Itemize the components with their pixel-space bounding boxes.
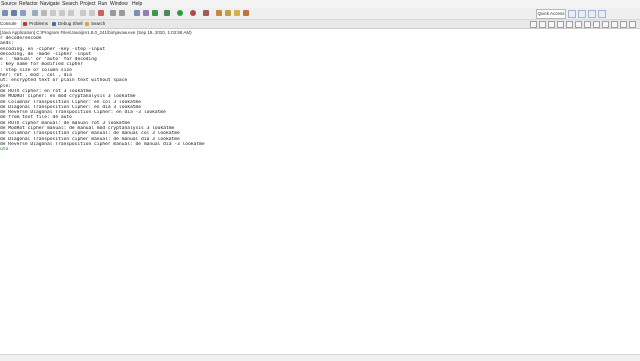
open-type-icon[interactable]	[216, 10, 222, 16]
tab-problems[interactable]: Problems	[23, 20, 50, 28]
console-input-line[interactable]: uto	[0, 147, 640, 152]
menu-project[interactable]: Project	[80, 1, 96, 7]
open-task-icon[interactable]	[225, 10, 231, 16]
quick-access-field[interactable]: Quick Access	[536, 9, 566, 19]
minimize-view-icon[interactable]	[620, 21, 627, 28]
debug-icon[interactable]	[164, 10, 170, 16]
tab-debug-shell-label: Debug Shell	[58, 21, 83, 26]
tab-console-label: Console	[0, 21, 17, 26]
annotation-icon[interactable]	[243, 10, 249, 16]
clear-console-icon[interactable]	[557, 21, 564, 28]
open-perspective-icon[interactable]	[568, 10, 576, 18]
save-icon[interactable]	[11, 10, 17, 16]
remove-all-terminated-icon[interactable]	[548, 21, 555, 28]
tab-search-label: Search	[91, 21, 106, 26]
resume-icon[interactable]	[41, 10, 47, 16]
new-icon[interactable]	[2, 10, 8, 16]
scroll-lock-icon[interactable]	[566, 21, 573, 28]
tab-search[interactable]: Search	[85, 20, 110, 28]
maximize-view-icon[interactable]	[629, 21, 636, 28]
step-return-icon[interactable]	[98, 10, 104, 16]
java-perspective-icon[interactable]	[588, 10, 596, 18]
java-ee-perspective-icon[interactable]	[578, 10, 586, 18]
menu-window[interactable]: Window	[110, 1, 128, 7]
new-java-project-icon[interactable]	[134, 10, 140, 16]
run-icon[interactable]	[177, 10, 183, 16]
menu-run[interactable]: Run	[98, 1, 107, 7]
word-wrap-icon[interactable]	[575, 21, 582, 28]
drop-to-frame-icon[interactable]	[110, 10, 116, 16]
menu-bar: Source Refactor Navigate Search Project …	[0, 0, 640, 8]
step-into-icon[interactable]	[80, 10, 86, 16]
save-all-icon[interactable]	[20, 10, 26, 16]
launch-info: [Java Application] C:\Program Files\Java…	[0, 30, 192, 35]
tab-console[interactable]: Console	[0, 20, 22, 28]
debug-perspective-icon[interactable]	[598, 10, 606, 18]
pin-console-icon[interactable]	[584, 21, 591, 28]
console-output[interactable]: r decode/encode ands: encoding, en -ciph…	[0, 36, 640, 354]
menu-refactor[interactable]: Refactor	[19, 1, 38, 7]
remove-launch-icon[interactable]	[539, 21, 546, 28]
terminate-console-icon[interactable]	[530, 21, 537, 28]
suspend-icon[interactable]	[50, 10, 56, 16]
menu-navigate[interactable]: Navigate	[40, 1, 60, 7]
open-console-icon[interactable]	[602, 21, 609, 28]
menu-search[interactable]: Search	[62, 1, 78, 7]
display-console-icon[interactable]	[593, 21, 600, 28]
tab-debug-shell[interactable]: Debug Shell	[52, 20, 83, 28]
use-step-filters-icon[interactable]	[119, 10, 125, 16]
menu-source[interactable]: Source	[1, 1, 17, 7]
menu-help[interactable]: Help	[132, 1, 142, 7]
view-menu-icon[interactable]	[611, 21, 618, 28]
new-class-icon[interactable]	[152, 10, 158, 16]
skip-breakpoints-icon[interactable]	[32, 10, 38, 16]
disconnect-icon[interactable]	[68, 10, 74, 16]
problems-icon	[23, 21, 27, 26]
coverage-icon[interactable]	[190, 10, 196, 16]
step-over-icon[interactable]	[89, 10, 95, 16]
new-package-icon[interactable]	[143, 10, 149, 16]
tab-problems-label: Problems	[29, 21, 49, 26]
external-tools-icon[interactable]	[203, 10, 209, 16]
debug-shell-icon	[52, 21, 56, 26]
terminate-icon[interactable]	[59, 10, 65, 16]
search-tool-icon[interactable]	[234, 10, 240, 16]
search-icon	[85, 21, 89, 26]
